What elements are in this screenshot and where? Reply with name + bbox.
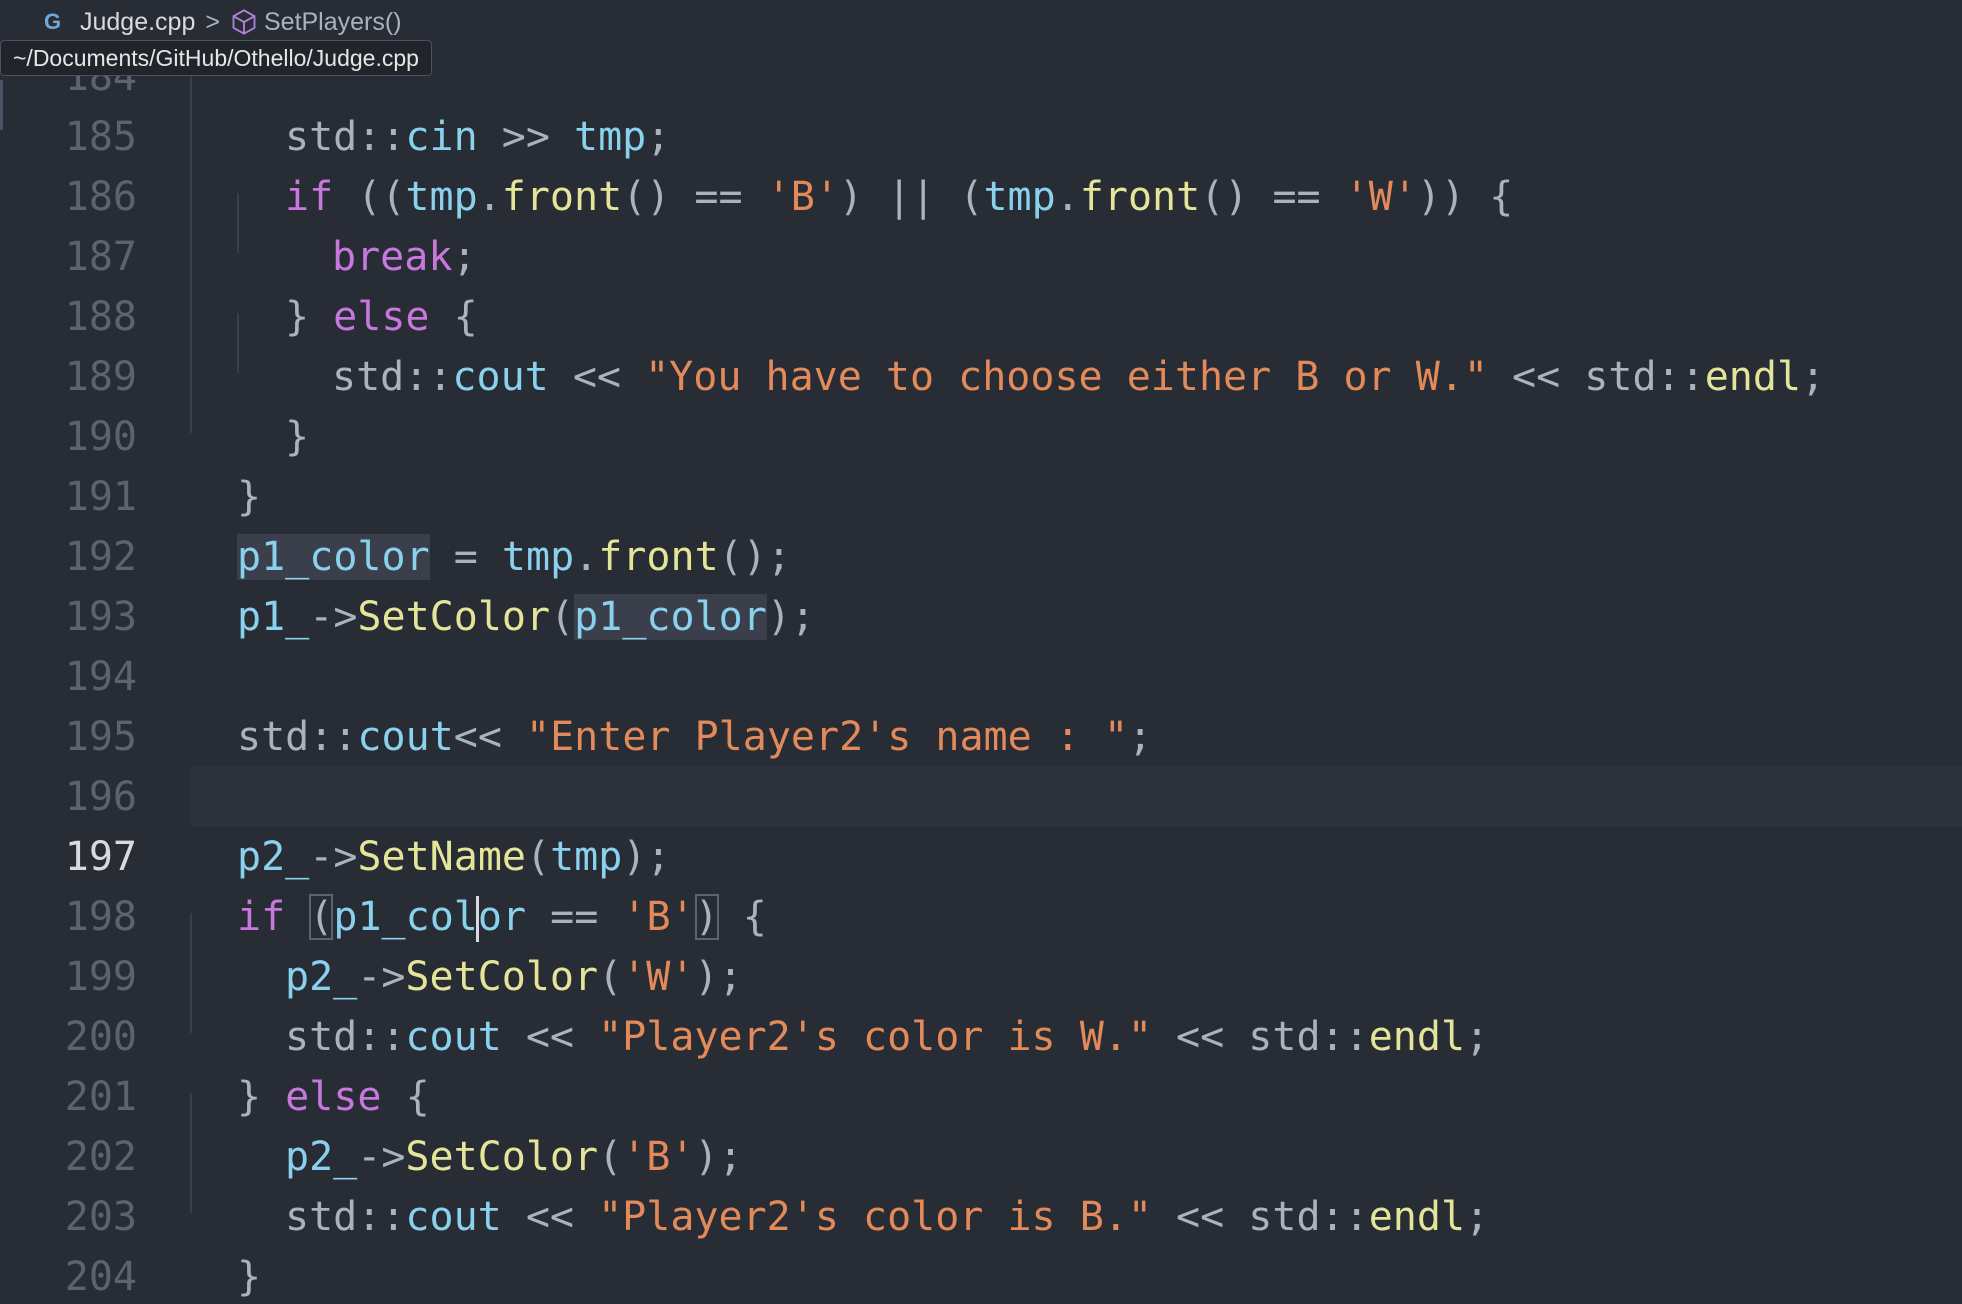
code-line[interactable]: 193	[0, 527, 1962, 640]
code-line[interactable]: 188 std::cout << "You have to choose eit…	[0, 227, 1962, 400]
chevron-right-icon: >	[205, 7, 220, 36]
code-line[interactable]: 195 std::cin >> tmp;	[0, 647, 1962, 820]
scroll-indicator	[0, 80, 3, 130]
current-code-line[interactable]: 197 if (p1_color == 'B') {	[65, 767, 1962, 942]
breadcrumb: G Judge.cpp > SetPlayers()	[0, 0, 1962, 44]
code-line[interactable]: 186 break;	[0, 107, 1962, 280]
code-line[interactable]: 192 p1_->SetColor(p1_color);	[0, 467, 1962, 640]
method-cube-icon	[232, 9, 256, 35]
file-path-tooltip: ~/Documents/GitHub/Othello/Judge.cpp	[0, 40, 432, 76]
code-line[interactable]: 194 std::cout<< "Enter Player2's name : …	[0, 587, 1962, 760]
code-line[interactable]: 198 p2_->SetColor('W');	[0, 827, 1962, 1000]
code-line[interactable]: 187 } else {	[0, 167, 1962, 340]
code-lines: 184 std::cin >> tmp; 185 if ((tmp.front(…	[0, 13, 1962, 1300]
code-line[interactable]: 191 p1_color = tmp.front();	[0, 407, 1962, 580]
code-line[interactable]: 201 p2_->SetColor('B');	[0, 1007, 1962, 1180]
breadcrumb-method[interactable]: SetPlayers()	[264, 8, 402, 37]
line-number: 196	[64, 774, 137, 820]
code-line[interactable]: 200 } else {	[0, 947, 1962, 1120]
code-editor[interactable]: G Judge.cpp > SetPlayers() ~/Documents/G…	[0, 0, 1962, 1304]
line-number: 204	[64, 1254, 137, 1300]
code-line[interactable]: 202 std::cout << "Player2's color is B."…	[0, 1067, 1962, 1240]
code-line[interactable]: 196 p2_->SetName(tmp);	[0, 707, 1962, 880]
breadcrumb-file[interactable]: Judge.cpp	[80, 8, 195, 37]
cpp-file-icon: G	[44, 9, 62, 34]
code-line[interactable]: 199 std::cout << "Player2's color is W."…	[0, 887, 1962, 1060]
code-line[interactable]: 203 }	[0, 1127, 1962, 1300]
code-line[interactable]: 190 }	[0, 347, 1962, 520]
code-line[interactable]: 189 }	[0, 287, 1962, 460]
code-line[interactable]: 204 }	[0, 1187, 1962, 1300]
